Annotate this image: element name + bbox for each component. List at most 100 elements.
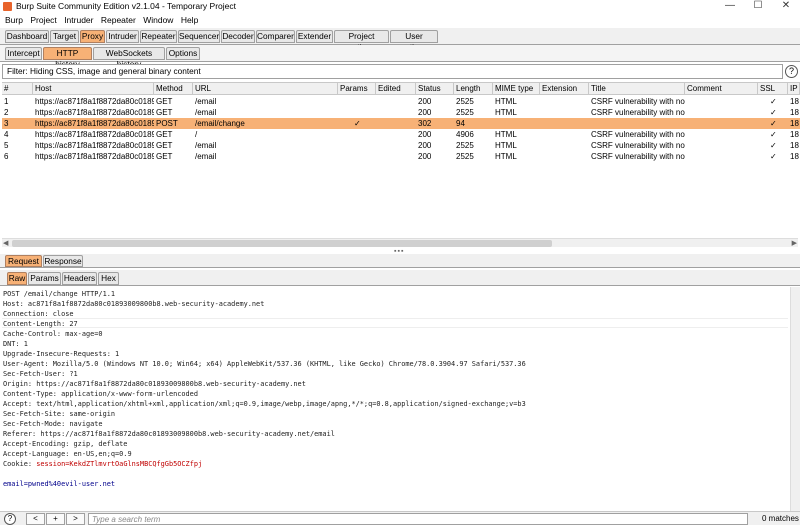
header-line-sec-fetch-mode: Sec-Fetch-Mode: navigate [3, 420, 103, 428]
search-input[interactable] [88, 513, 748, 525]
column-header-params[interactable]: Params [338, 83, 376, 95]
close-button[interactable]: ✕ [772, 0, 800, 13]
table-row[interactable]: 4 https://ac871f8a1f8872da80c01893... GE… [2, 129, 800, 140]
burp-logo-icon [3, 2, 12, 11]
column-header-ip[interactable]: IP [788, 83, 800, 95]
menu-repeater[interactable]: Repeater [101, 14, 136, 26]
filter-bar[interactable]: Filter: Hiding CSS, image and general bi… [2, 64, 783, 79]
raw-request-editor[interactable]: POST /email/change HTTP/1.1 Host: ac871f… [2, 287, 790, 511]
cell-host: https://ac871f8a1f8872da80c01893... [35, 108, 154, 117]
maximize-button[interactable]: ☐ [744, 0, 772, 13]
help-icon[interactable]: ? [4, 513, 16, 525]
header-line-referer: Referer: https://ac871f8a1f8872da80c0189… [3, 430, 335, 438]
menu-help[interactable]: Help [181, 14, 198, 26]
column-header-url[interactable]: URL [193, 83, 338, 95]
tab-http-history[interactable]: HTTP history [43, 47, 92, 69]
column-header-ssl[interactable]: SSL [758, 83, 788, 95]
tab-intercept[interactable]: Intercept [5, 47, 42, 60]
cell-extension [540, 129, 589, 140]
tab-params[interactable]: Params [28, 272, 61, 285]
cell-mime-type: HTML [495, 130, 517, 139]
cell-edited [376, 96, 416, 107]
tab-response[interactable]: Response [43, 255, 83, 267]
cell-title: CSRF vulnerability with no ... [591, 97, 685, 106]
column-header-title[interactable]: Title [589, 83, 685, 95]
menu-project[interactable]: Project [30, 14, 56, 26]
cell-url: /email/change [195, 119, 245, 128]
table-row[interactable]: 6 https://ac871f8a1f8872da80c01893... GE… [2, 151, 800, 162]
column-header-comment[interactable]: Comment [685, 83, 758, 95]
tab-comparer[interactable]: Comparer [256, 30, 295, 43]
scrollbar-thumb[interactable] [12, 240, 552, 247]
cell-method: GET [156, 152, 173, 161]
tab-extender[interactable]: Extender [296, 30, 333, 43]
header-line-sec-fetch-user: Sec-Fetch-User: ?1 [3, 370, 78, 378]
table-row-selected[interactable]: 3 https://ac871f8a1f8872da80c01893... PO… [2, 118, 800, 129]
column-header-length[interactable]: Length [454, 83, 493, 95]
table-horizontal-scrollbar[interactable]: ◀ ▶ [2, 238, 798, 247]
cell-method: GET [156, 97, 173, 106]
help-icon[interactable]: ? [785, 65, 798, 78]
scroll-left-icon[interactable]: ◀ [3, 239, 8, 248]
cell-mime-type [493, 118, 540, 129]
tab-proxy[interactable]: Proxy [80, 30, 105, 43]
header-line-content-type: Content-Type: application/x-www-form-url… [3, 390, 198, 398]
column-header-extension[interactable]: Extension [540, 83, 589, 95]
tab-websockets-history[interactable]: WebSockets history [93, 47, 165, 69]
cell-method: GET [156, 108, 173, 117]
minimize-button[interactable]: — [716, 0, 744, 13]
cell-edited [376, 151, 416, 162]
tab-hex[interactable]: Hex [98, 272, 119, 285]
column-header-host[interactable]: Host [33, 83, 154, 95]
add-button[interactable]: + [46, 513, 65, 525]
tab-decoder[interactable]: Decoder [221, 30, 255, 43]
column-header-num[interactable]: # [2, 83, 33, 95]
cell-host: https://ac871f8a1f8872da80c01893... [35, 97, 154, 106]
main-tab-bar: Dashboard Target Proxy Intruder Repeater… [0, 28, 800, 52]
table-row[interactable]: 5 https://ac871f8a1f8872da80c01893... GE… [2, 140, 800, 151]
tab-user-options[interactable]: User options [390, 30, 438, 52]
table-row[interactable]: 2 https://ac871f8a1f8872da80c01893... GE… [2, 107, 800, 118]
column-header-status[interactable]: Status [416, 83, 454, 95]
cell-url: /email [195, 141, 217, 150]
tab-repeater[interactable]: Repeater [140, 30, 177, 43]
menu-burp[interactable]: Burp [5, 14, 23, 26]
cell-length: 2525 [456, 141, 474, 150]
tab-request[interactable]: Request [5, 255, 42, 267]
cell-num: 6 [4, 152, 9, 161]
tab-project-options[interactable]: Project options [334, 30, 389, 52]
cell-mime-type: HTML [495, 97, 517, 106]
message-tab-bar: Request Response [0, 254, 800, 268]
column-header-edited[interactable]: Edited [376, 83, 416, 95]
cell-extension [540, 140, 589, 151]
request-body: email=pwned%40evil-user.net [3, 480, 116, 488]
column-header-mime-type[interactable]: MIME type [493, 83, 540, 95]
next-match-button[interactable]: > [66, 513, 85, 525]
table-row[interactable]: 1 https://ac871f8a1f8872da80c01893... GE… [2, 96, 800, 107]
tab-target[interactable]: Target [50, 30, 79, 43]
cell-title: CSRF vulnerability with no ... [591, 141, 685, 150]
editor-vertical-scrollbar[interactable] [790, 287, 800, 511]
tab-headers[interactable]: Headers [62, 272, 97, 285]
title-bar: Burp Suite Community Edition v2.1.04 - T… [0, 0, 800, 13]
cell-extension [540, 118, 589, 129]
column-header-method[interactable]: Method [154, 83, 193, 95]
cell-mime-type: HTML [495, 152, 517, 161]
cell-host: https://ac871f8a1f8872da80c01893... [35, 152, 154, 161]
tab-options[interactable]: Options [166, 47, 200, 60]
tab-intruder[interactable]: Intruder [106, 30, 139, 43]
cell-ssl: ✓ [770, 119, 777, 128]
menu-window[interactable]: Window [143, 14, 173, 26]
tab-sequencer[interactable]: Sequencer [178, 30, 220, 43]
tab-dashboard[interactable]: Dashboard [5, 30, 49, 43]
cell-ssl: ✓ [770, 108, 777, 117]
cell-num: 3 [4, 119, 9, 128]
header-line-user-agent: User-Agent: Mozilla/5.0 (Windows NT 10.0… [3, 360, 526, 368]
proxy-tab-bar: Intercept HTTP history WebSockets histor… [0, 45, 800, 69]
menu-intruder[interactable]: Intruder [64, 14, 93, 26]
cell-title: CSRF vulnerability with no ... [591, 130, 685, 139]
tab-raw[interactable]: Raw [7, 272, 27, 285]
cell-params [352, 140, 372, 151]
scroll-right-icon[interactable]: ▶ [792, 239, 797, 248]
previous-match-button[interactable]: < [26, 513, 45, 525]
